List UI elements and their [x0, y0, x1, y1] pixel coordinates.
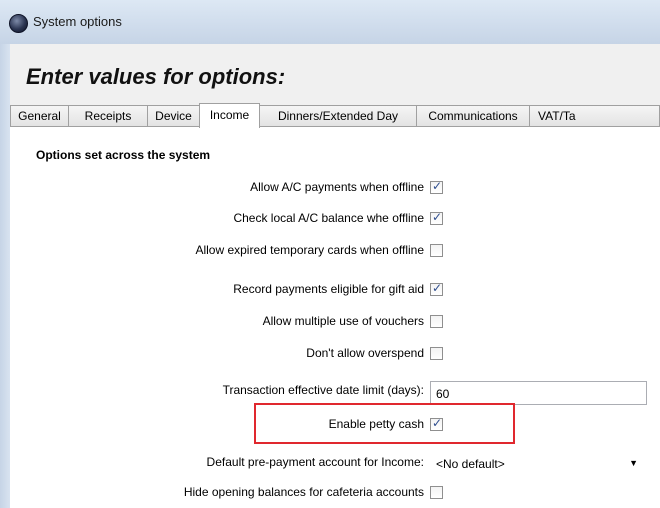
- default-account-select[interactable]: <No default> ▼: [430, 452, 647, 474]
- tab-strip: General Receipts Device Income Dinners/E…: [10, 103, 660, 128]
- tab-receipts[interactable]: Receipts: [68, 105, 148, 126]
- tab-income[interactable]: Income: [199, 103, 260, 128]
- app-icon: [9, 14, 28, 33]
- checkbox-gift-aid[interactable]: [430, 281, 443, 296]
- page-heading: Enter values for options:: [26, 64, 286, 89]
- section-title: Options set across the system: [36, 148, 211, 162]
- tab-dinners-extended-day[interactable]: Dinners/Extended Day: [259, 105, 417, 126]
- dropdown-arrow-icon[interactable]: ▼: [629, 458, 638, 468]
- checkbox-expired-temp-cards[interactable]: [430, 244, 443, 257]
- tab-device[interactable]: Device: [147, 105, 200, 126]
- checkbox-multiple-vouchers[interactable]: [430, 315, 443, 328]
- window-title: System options: [33, 14, 122, 29]
- option-label-ac-payments-offline: Allow A/C payments when offline: [250, 180, 424, 194]
- tab-general[interactable]: General: [10, 105, 69, 126]
- option-label-gift-aid: Record payments eligible for gift aid: [233, 282, 424, 296]
- option-label-expired-temp-cards: Allow expired temporary cards when offli…: [195, 243, 424, 257]
- date-limit-label: Transaction effective date limit (days):: [222, 383, 424, 397]
- option-label-overspend: Don't allow overspend: [306, 346, 424, 360]
- option-label-multiple-vouchers: Allow multiple use of vouchers: [262, 314, 424, 328]
- tab-vat[interactable]: VAT/Ta: [529, 105, 660, 126]
- checkbox-overspend[interactable]: [430, 347, 443, 360]
- checkbox-ac-payments-offline[interactable]: [430, 179, 443, 194]
- title-bar[interactable]: System options: [0, 0, 660, 45]
- checkbox-hide-balances[interactable]: [430, 486, 443, 499]
- default-account-label: Default pre-payment account for Income:: [206, 455, 424, 469]
- hide-balances-label: Hide opening balances for cafeteria acco…: [183, 485, 424, 499]
- date-limit-input[interactable]: 60: [430, 381, 647, 405]
- checkbox-check-local-balance[interactable]: [430, 210, 443, 225]
- checkbox-petty-cash[interactable]: [430, 416, 443, 431]
- option-label-check-local-balance: Check local A/C balance whe offline: [233, 211, 424, 225]
- tab-communications[interactable]: Communications: [416, 105, 530, 126]
- petty-cash-label: Enable petty cash: [328, 417, 424, 431]
- default-account-value: <No default>: [436, 457, 505, 471]
